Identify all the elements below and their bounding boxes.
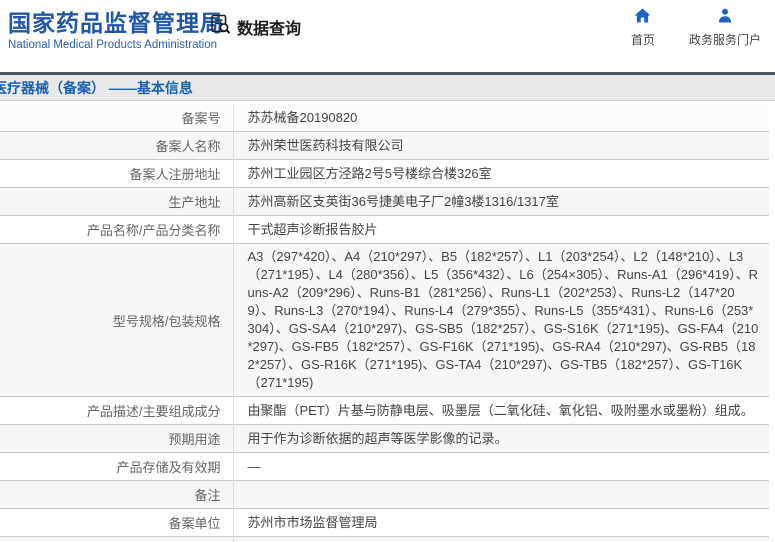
nav-home[interactable]: 首页 (631, 8, 655, 48)
table-row: 产品存储及有效期 — (0, 452, 769, 481)
row-label: 产品名称/产品分类名称 (86, 223, 221, 238)
logo-title-en: National Medical Products Administration (8, 39, 218, 51)
row-label: 产品描述/主要组成成分 (86, 404, 221, 419)
row-label: 预期用途 (168, 432, 221, 447)
table-row: 备案人注册地址 苏州工业园区方泾路2号5号楼综合楼326室 (0, 159, 769, 188)
table-row: 备案单位 苏州市市场监督管理局 (0, 508, 769, 537)
header-nav: 首页 政务服务门户 (631, 8, 761, 48)
row-value: 苏州高新区支英街36号捷美电子厂2幢3楼1316/1317室 (232, 187, 769, 216)
row-label: 生产地址 (168, 195, 221, 210)
row-value: 干式超声诊断报告胶片 (232, 215, 769, 244)
row-value: 苏州工业园区方泾路2号5号楼综合楼326室 (232, 159, 769, 188)
row-label: 备案单位 (168, 516, 221, 531)
person-icon (717, 8, 733, 28)
row-value (232, 480, 769, 509)
nmpa-logo: 国家药品监督管理局 National Medical Products Admi… (8, 9, 224, 51)
row-value: 由聚酯（PET）片基与防静电层、吸墨层（二氧化硅、氧化铝、吸附墨水或墨粉）组成。 (232, 396, 769, 425)
table-row: 产品描述/主要组成成分 由聚酯（PET）片基与防静电层、吸墨层（二氧化硅、氧化铝、… (0, 396, 769, 425)
site-header: 国家药品监督管理局 National Medical Products Admi… (0, 0, 775, 72)
row-value: A3（297*420）、A4（210*297）、B5（182*257）、L1（2… (232, 243, 769, 397)
row-value: — (232, 452, 769, 481)
logo-title-zh: 国家药品监督管理局 (8, 10, 224, 36)
nav-home-label: 首页 (630, 33, 655, 47)
table-row: 备案号 苏苏械备20190820 (0, 104, 769, 132)
data-query-tab[interactable]: 数据查询 (210, 13, 301, 40)
row-label: 备案人注册地址 (129, 167, 221, 182)
table-row: 备案日期2024-11-20 (0, 536, 769, 542)
table-row: 预期用途 用于作为诊断依据的超声等医学影像的记录。 (0, 424, 769, 453)
row-label: 型号规格/包装规格 (112, 313, 221, 329)
row-label: 备案日期 (0, 537, 233, 542)
table-row: 生产地址 苏州高新区支英街36号捷美电子厂2幢3楼1316/1317室 (0, 187, 769, 216)
row-value: 苏苏械备20190820 (232, 104, 769, 132)
row-label: 备案人名称 (155, 139, 221, 154)
table-row: 备案人名称 苏州荣世医药科技有限公司 (0, 131, 769, 160)
nav-gov-portal-label: 政务服务门户 (688, 33, 761, 47)
row-label: 产品存储及有效期 (116, 460, 221, 475)
row-label: 备注 (194, 488, 221, 503)
row-value: 用于作为诊断依据的超声等医学影像的记录。 (232, 424, 769, 453)
section-title: 医疗器械（备案） ——基本信息 (0, 79, 193, 96)
row-value: 苏州荣世医药科技有限公司 (232, 131, 769, 160)
detail-table: 备案号 苏苏械备20190820 备案人名称 苏州荣世医药科技有限公司 备案人注册地址苏… (0, 104, 769, 542)
home-icon (634, 8, 651, 28)
document-search-icon (210, 13, 232, 40)
detail-table-wrap: 备案号 苏苏械备20190820 备案人名称 苏州荣世医药科技有限公司 备案人注册地址苏… (0, 101, 775, 542)
data-query-label: 数据查询 (237, 20, 302, 38)
section-title-bar: 医疗器械（备案） ——基本信息 (0, 72, 775, 101)
nav-gov-portal[interactable]: 政务服务门户 (689, 8, 761, 48)
row-value: 苏州市市场监督管理局 (232, 508, 769, 537)
row-value: 2024-11-20 (232, 536, 769, 542)
table-row: 产品名称/产品分类名称 干式超声诊断报告胶片 (0, 215, 769, 244)
table-row: 备注 (0, 480, 769, 509)
row-label: 备案号 (181, 111, 221, 126)
table-row: 型号规格/包装规格 A3（297*420）、A4（210*297）、B5（182*… (0, 243, 769, 397)
